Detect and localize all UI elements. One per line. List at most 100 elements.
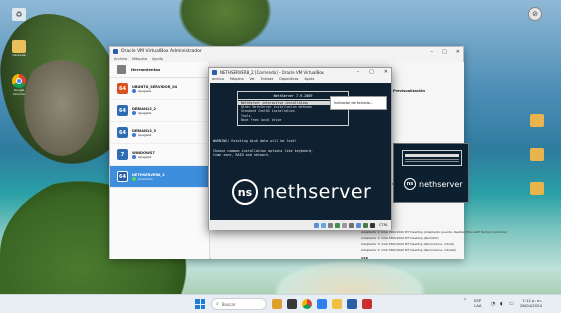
shared-folders-icon[interactable] bbox=[349, 222, 355, 228]
network-adapter-1: Adaptador 1: Intel PRO/1000 MT Desktop (… bbox=[361, 230, 508, 234]
folder-icon[interactable] bbox=[530, 182, 544, 195]
debian-os-icon: 64 bbox=[117, 127, 128, 138]
vm-state: Corriendo bbox=[138, 176, 153, 181]
audio-icon[interactable] bbox=[328, 222, 334, 228]
vm-item-ubuntu[interactable]: 64 UBUNTU_SERVIDOR_04 Apagada bbox=[110, 78, 209, 100]
vm-state: Apagada bbox=[138, 154, 152, 159]
maximize-icon[interactable]: □ bbox=[369, 69, 374, 75]
vm-item-windows7[interactable]: 7 WINDOWS7 Apagada bbox=[110, 144, 209, 166]
menu-dispositivos[interactable]: Dispositivos bbox=[279, 77, 298, 81]
preview-boot-menu bbox=[402, 150, 462, 166]
clock[interactable]: 7:12 p. m. 28/04/2024 bbox=[520, 298, 542, 308]
file-explorer-icon[interactable] bbox=[332, 299, 342, 309]
chrome-icon[interactable] bbox=[302, 299, 312, 309]
running-icon bbox=[132, 176, 136, 181]
search-icon: ⌕ bbox=[216, 301, 219, 307]
app-widget-icon[interactable] bbox=[272, 299, 282, 309]
menu-ver[interactable]: Ver bbox=[250, 77, 255, 81]
vm-state: Apagada bbox=[138, 88, 152, 93]
clock-date: 28/04/2024 bbox=[520, 303, 542, 308]
desktop-icon-folder[interactable]: Caravela bbox=[12, 40, 30, 57]
minimize-icon[interactable]: – bbox=[431, 49, 434, 55]
manager-titlebar[interactable]: Oracle VM VirtualBox Administrador – □ ✕ bbox=[110, 47, 463, 56]
menu-entrada[interactable]: Entrada bbox=[261, 77, 274, 81]
vm-item-nethserver[interactable]: 64 NETHSERVER8_2 Corriendo bbox=[110, 166, 209, 188]
folder-icon[interactable] bbox=[530, 114, 544, 127]
desktop-icon-label: Caravela bbox=[12, 53, 26, 57]
tools-icon bbox=[117, 65, 126, 74]
powered-off-icon bbox=[132, 132, 136, 137]
maximize-icon[interactable]: □ bbox=[442, 49, 447, 55]
folder-icon bbox=[12, 40, 26, 53]
edge-icon[interactable] bbox=[317, 299, 327, 309]
vm-item-debian12-3[interactable]: 64 DEBIAN12_3 Apagada bbox=[110, 122, 209, 144]
app-shortcut-icon[interactable]: ⊘ bbox=[528, 7, 542, 21]
recording-icon[interactable] bbox=[363, 222, 369, 228]
console-menubar: Archivo Máquina Ver Entrada Dispositivos… bbox=[209, 76, 391, 82]
display-icon[interactable] bbox=[356, 222, 362, 228]
menu-maquina[interactable]: Máquina bbox=[230, 77, 244, 81]
hard-disk-icon[interactable] bbox=[314, 222, 320, 228]
battery-icon[interactable]: ▭ bbox=[509, 301, 514, 307]
vm-console-window[interactable]: NETHSERVER8_2 [Corriendo] - Oracle VM Vi… bbox=[208, 67, 392, 230]
menu-ayuda[interactable]: Ayuda bbox=[304, 77, 314, 81]
network-adapter-2: Adaptador 2: Intel PRO/1000 MT Desktop (… bbox=[361, 236, 439, 240]
console-statusbar: CTRL bbox=[209, 220, 391, 230]
network-icon[interactable] bbox=[335, 222, 341, 228]
install-hint-line-2: time zone, RAID and network. bbox=[213, 153, 271, 158]
host-key-label: CTRL bbox=[379, 223, 388, 227]
desktop-icon-chrome[interactable]: Google Chrome bbox=[12, 74, 30, 96]
tools-item[interactable]: Herramientas bbox=[110, 62, 209, 78]
taskbar: ⌕ Buscar ⌃ ESP LAA ◔ ◖ ▭ 7:12 p. m. 28/0… bbox=[0, 294, 561, 313]
search-placeholder: Buscar bbox=[221, 301, 236, 307]
desktop-icon-label: Google Chrome bbox=[13, 88, 25, 96]
minimize-icon[interactable]: – bbox=[357, 69, 360, 75]
menu-archivo[interactable]: Archivo bbox=[212, 77, 224, 81]
virtualbox-icon[interactable] bbox=[347, 299, 357, 309]
vm-state: Apagada bbox=[138, 110, 152, 115]
nethserver-logo-icon: ns bbox=[404, 178, 416, 190]
chevron-up-icon[interactable]: ⌃ bbox=[463, 298, 467, 304]
disk-warning-text: WARNING! Existing disk data will be lost… bbox=[213, 139, 297, 143]
windows-os-icon: 7 bbox=[117, 149, 128, 160]
wifi-icon[interactable]: ◔ bbox=[491, 301, 495, 307]
volume-icon[interactable]: ◖ bbox=[500, 301, 503, 307]
debian-os-icon: 64 bbox=[117, 105, 128, 116]
manager-title: Oracle VM VirtualBox Administrador bbox=[121, 49, 202, 54]
menu-ayuda[interactable]: Ayuda bbox=[152, 57, 163, 61]
console-title: NETHSERVER8_2 [Corriendo] - Oracle VM Vi… bbox=[220, 69, 324, 75]
network-adapter-3: Adaptador 3: Intel PRO/1000 MT Desktop (… bbox=[361, 242, 455, 246]
store-icon[interactable] bbox=[362, 299, 372, 309]
keyboard-capture-notification[interactable]: Indicador de teclado... bbox=[330, 96, 387, 110]
usb-icon[interactable] bbox=[342, 222, 348, 228]
mouse-integration-icon[interactable] bbox=[370, 222, 376, 228]
vm-item-debian12-2[interactable]: 64 DEBIAN12_2 Apagada bbox=[110, 100, 209, 122]
close-icon[interactable]: ✕ bbox=[384, 69, 388, 75]
preview-logo-text: nethserver bbox=[419, 179, 463, 189]
notification-text: Indicador de teclado... bbox=[334, 101, 374, 105]
desktop-icon-recycle-bin[interactable]: ♻ bbox=[12, 8, 26, 21]
window-controls: – □ ✕ bbox=[357, 69, 388, 75]
usb-section-title: USB bbox=[361, 256, 368, 260]
taskbar-search[interactable]: ⌕ Buscar bbox=[211, 298, 267, 310]
powered-off-icon bbox=[132, 88, 136, 93]
boot-item-local-drive[interactable]: Boot from local drive bbox=[238, 118, 348, 122]
folder-icon[interactable] bbox=[530, 148, 544, 161]
console-titlebar[interactable]: NETHSERVER8_2 [Corriendo] - Oracle VM Vi… bbox=[209, 68, 391, 76]
vm-list-sidebar: Herramientas 64 UBUNTU_SERVIDOR_04 Apaga… bbox=[110, 62, 210, 259]
preview-label: Previsualización bbox=[393, 89, 426, 93]
close-icon[interactable]: ✕ bbox=[456, 49, 460, 55]
language-indicator[interactable]: ESP LAA bbox=[474, 298, 482, 308]
vm-state: Apagada bbox=[138, 132, 152, 137]
network-adapter-4: Adaptador 4: Intel PRO/1000 MT Desktop (… bbox=[361, 248, 456, 252]
menu-maquina[interactable]: Máquina bbox=[132, 57, 147, 61]
preview-nethserver-logo: ns nethserver bbox=[404, 178, 463, 190]
virtualbox-logo-icon bbox=[113, 49, 118, 54]
menu-archivo[interactable]: Archivo bbox=[114, 57, 127, 61]
nethserver-logo-icon: ns bbox=[232, 179, 258, 205]
optical-drive-icon[interactable] bbox=[321, 222, 327, 228]
vm-preview-thumbnail: ns nethserver bbox=[393, 143, 469, 203]
chrome-icon bbox=[12, 74, 26, 88]
start-button[interactable] bbox=[195, 299, 205, 309]
task-view-icon[interactable] bbox=[287, 299, 297, 309]
